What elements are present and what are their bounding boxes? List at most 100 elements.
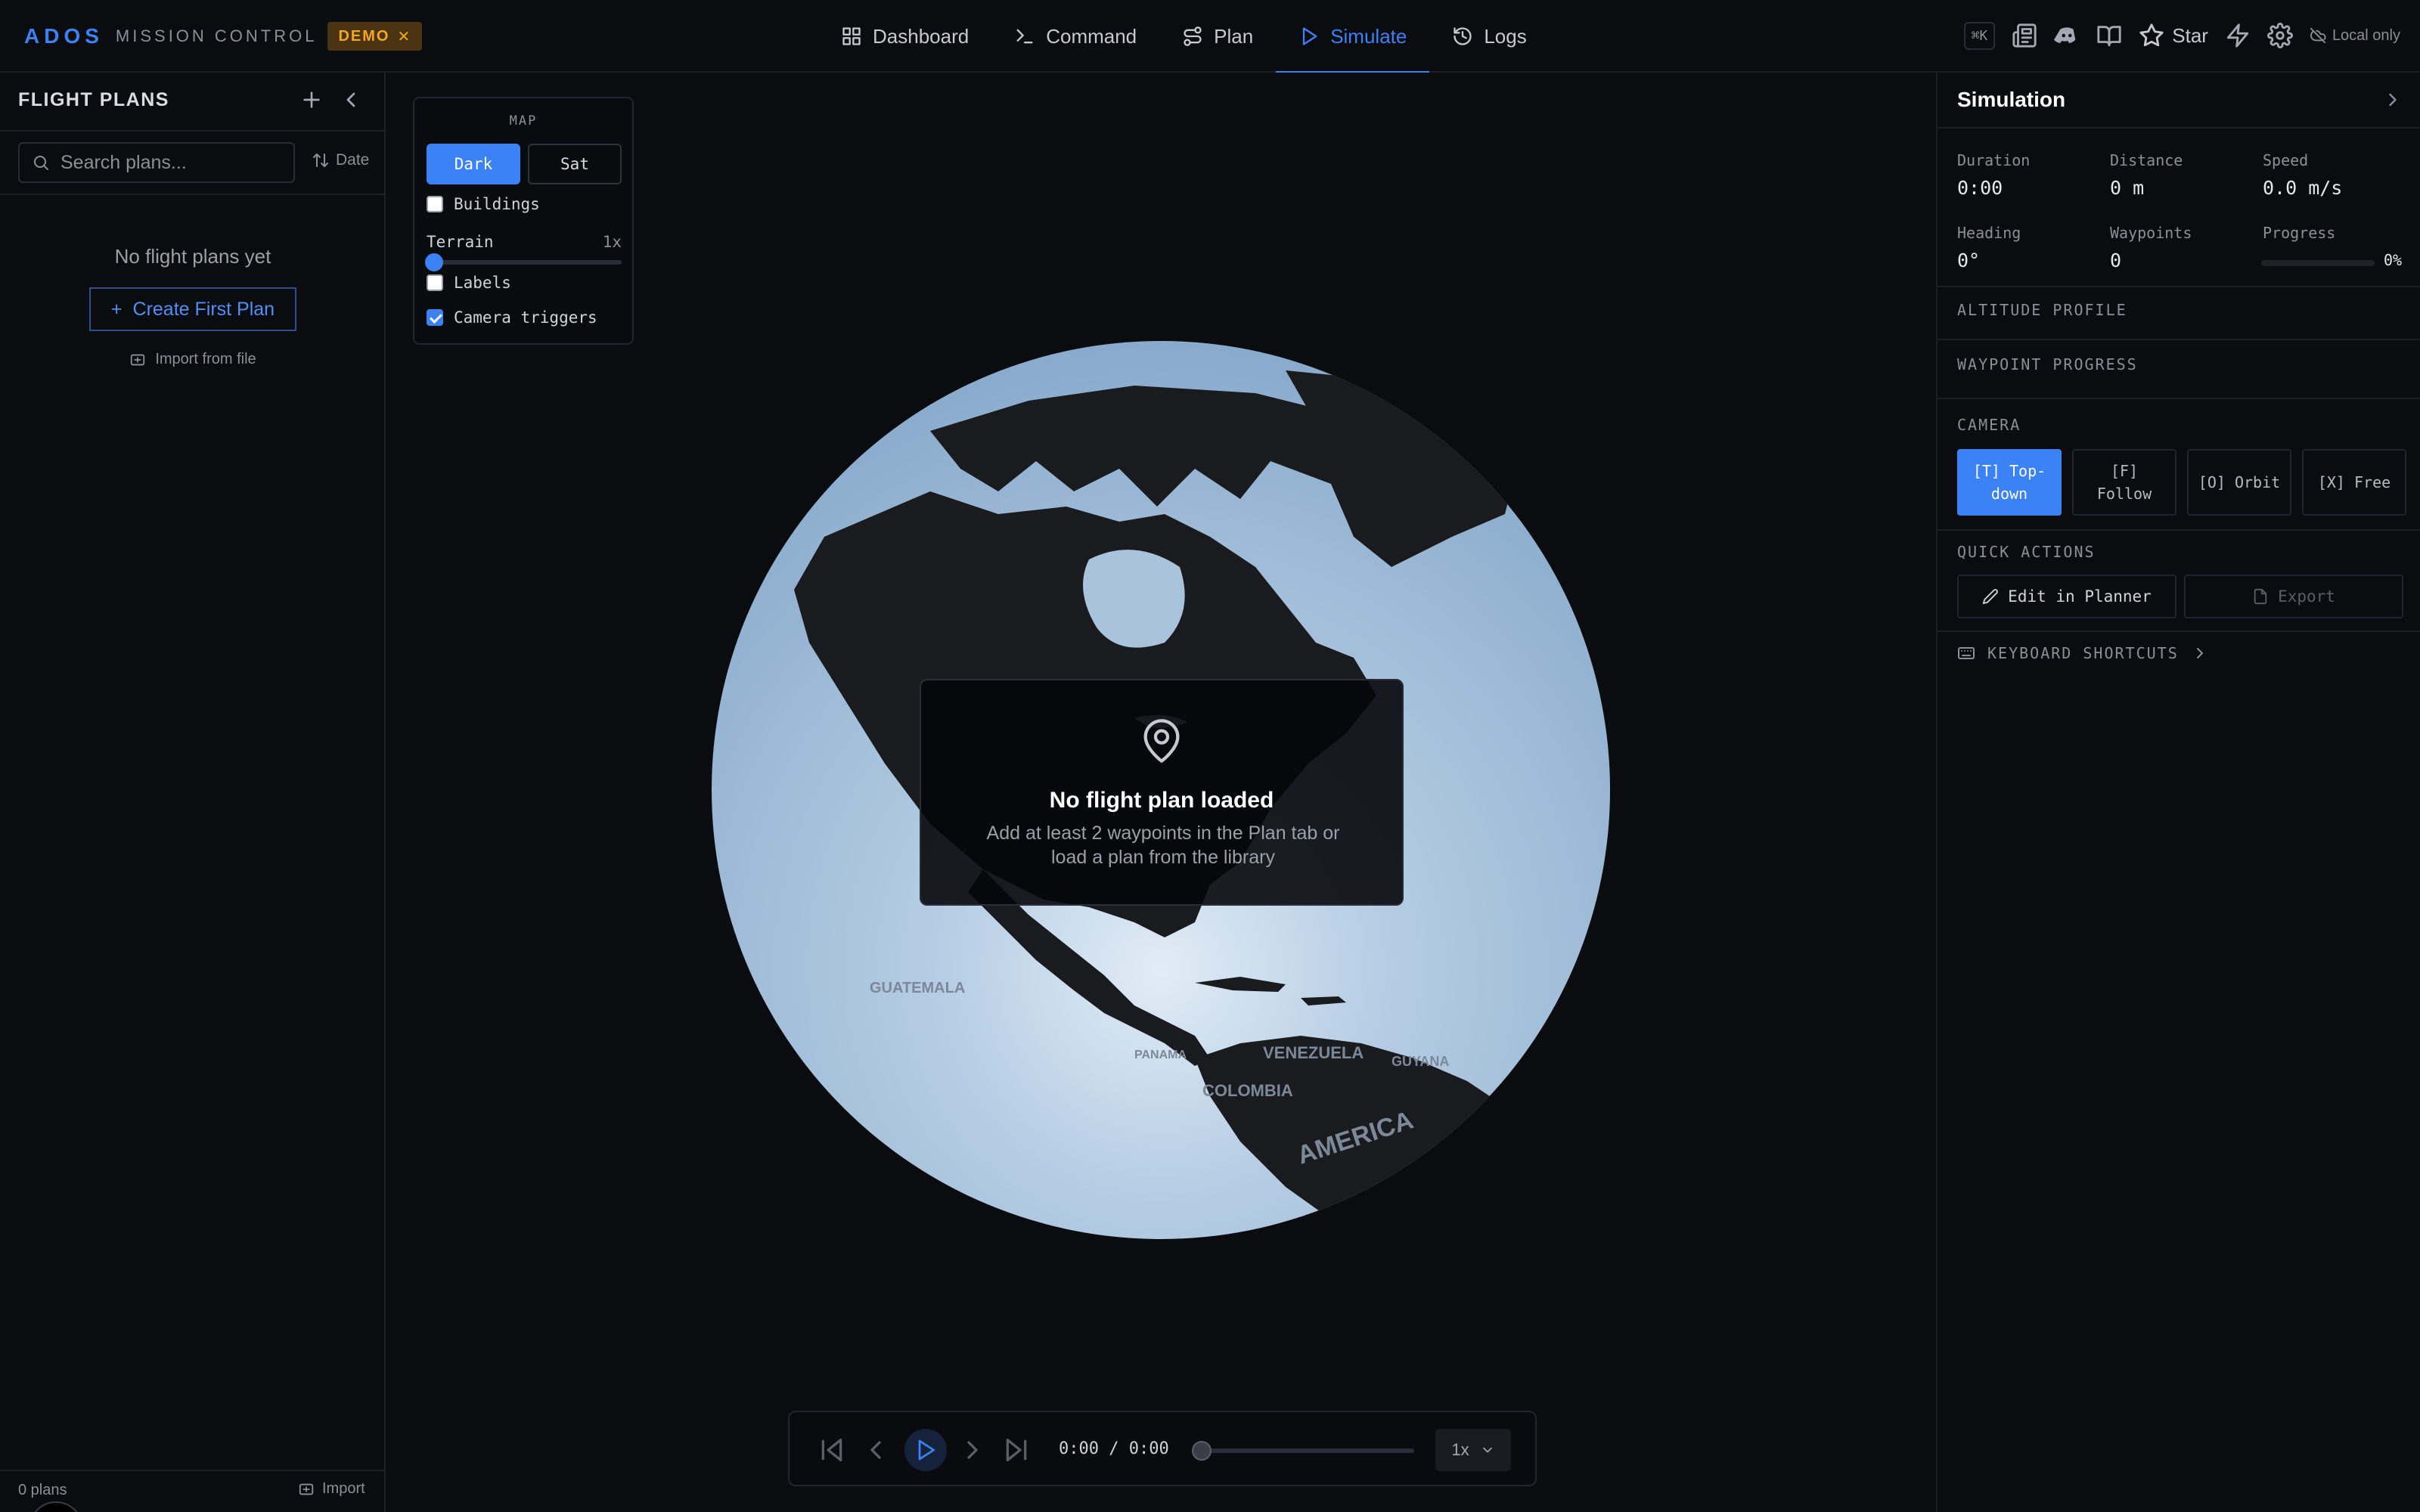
- tab-label: Dashboard: [873, 24, 970, 48]
- pencil-icon: [1982, 588, 1999, 605]
- tab-logs[interactable]: Logs: [1429, 0, 1549, 73]
- search-icon: [32, 153, 50, 172]
- buildings-label: Buildings: [454, 195, 540, 213]
- star-button[interactable]: Star: [2139, 23, 2208, 48]
- tab-plan[interactable]: Plan: [1159, 0, 1276, 73]
- close-icon[interactable]: ✕: [397, 27, 411, 46]
- chevron-left-icon[interactable]: [339, 88, 363, 112]
- tab-dashboard[interactable]: Dashboard: [818, 0, 991, 73]
- brand-name[interactable]: ADOS: [24, 24, 104, 48]
- terrain-slider-thumb[interactable]: [425, 253, 443, 271]
- import-button[interactable]: Import: [298, 1480, 365, 1498]
- play-icon: [1298, 26, 1320, 47]
- search-box: [18, 142, 295, 183]
- tab-label: Command: [1046, 24, 1137, 48]
- tab-label: Logs: [1484, 24, 1527, 48]
- plus-icon[interactable]: [299, 88, 324, 112]
- book-open-icon[interactable]: [2096, 23, 2122, 48]
- command-palette-button[interactable]: ⌘K: [1963, 21, 1996, 50]
- export-label: Export: [2278, 587, 2335, 606]
- local-only-status[interactable]: Local only: [2310, 27, 2400, 45]
- simulation-panel: Simulation Duration 0:00 Distance 0 m Sp…: [1936, 73, 2420, 1512]
- sort-button[interactable]: Date: [312, 151, 369, 169]
- map-pin-icon: [1137, 717, 1186, 765]
- camera-section-title: CAMERA: [1957, 416, 2021, 434]
- skip-forward-icon[interactable]: [1001, 1435, 1032, 1465]
- camera-free-button[interactable]: [X] Free: [2302, 449, 2406, 516]
- speed-select[interactable]: 1x: [1435, 1429, 1511, 1471]
- heading-label: Heading: [1957, 224, 2021, 242]
- playback-controls: 0:00 / 0:00 1x: [788, 1411, 1537, 1486]
- cloud-off-icon: [2310, 27, 2326, 44]
- tab-simulate[interactable]: Simulate: [1276, 0, 1430, 74]
- labels-toggle[interactable]: Labels: [427, 274, 511, 292]
- map-viewport[interactable]: GUATEMALA VENEZUELA GUYANA COLOMBIA AMER…: [386, 73, 1936, 1512]
- divider: [1938, 339, 2420, 340]
- file-import-icon: [298, 1481, 315, 1498]
- demo-badge: DEMO ✕: [327, 22, 423, 51]
- top-actions: ⌘K Star Local only: [1963, 18, 2400, 53]
- camera-triggers-label: Camera triggers: [454, 308, 597, 327]
- skip-back-icon[interactable]: [817, 1435, 847, 1465]
- country-label: GUATEMALA: [870, 980, 965, 996]
- step-back-icon[interactable]: [861, 1435, 891, 1465]
- file-icon: [2252, 588, 2269, 605]
- camera-triggers-checkbox[interactable]: [427, 309, 443, 326]
- divider: [1938, 529, 2420, 531]
- map-style-panel: MAP Dark Sat Buildings Terrain 1x Labels…: [413, 97, 634, 345]
- tab-label: Plan: [1214, 24, 1254, 48]
- nextjs-dev-badge[interactable]: N: [29, 1501, 83, 1512]
- waypoint-progress-section[interactable]: WAYPOINT PROGRESS: [1957, 355, 2138, 373]
- buildings-toggle[interactable]: Buildings: [427, 195, 540, 213]
- newspaper-icon[interactable]: [2012, 23, 2037, 48]
- chevron-right-icon[interactable]: [2382, 89, 2403, 110]
- import-file-label: Import from file: [155, 351, 256, 367]
- export-button[interactable]: Export: [2184, 575, 2403, 618]
- route-icon: [1182, 26, 1203, 47]
- zap-icon[interactable]: [2225, 23, 2251, 48]
- playback-scrubber[interactable]: [1192, 1441, 1414, 1461]
- duration-label: Duration: [1957, 151, 2031, 169]
- labels-checkbox[interactable]: [427, 274, 443, 291]
- divider: [0, 194, 384, 195]
- step-forward-icon[interactable]: [957, 1435, 988, 1465]
- play-icon: [914, 1438, 938, 1462]
- search-input[interactable]: [60, 151, 280, 174]
- local-only-label: Local only: [2332, 26, 2400, 44]
- divider: [1938, 286, 2420, 287]
- buildings-checkbox[interactable]: [427, 196, 443, 212]
- divider: [0, 130, 384, 132]
- create-first-plan-button[interactable]: + Create First Plan: [89, 287, 296, 331]
- edit-label: Edit in Planner: [2008, 587, 2152, 606]
- country-label: GUYANA: [1392, 1054, 1449, 1069]
- camera-follow-button[interactable]: [F] Follow: [2072, 449, 2176, 516]
- keyboard-shortcuts-toggle[interactable]: KEYBOARD SHORTCUTS: [1957, 644, 2209, 662]
- tab-label: Simulate: [1330, 24, 1407, 48]
- tab-command[interactable]: Command: [991, 0, 1159, 73]
- terminal-icon: [1014, 26, 1035, 47]
- edit-in-planner-button[interactable]: Edit in Planner: [1957, 575, 2176, 618]
- sort-label: Date: [336, 151, 370, 169]
- empty-state-text: No flight plans yet: [114, 245, 271, 268]
- camera-triggers-toggle[interactable]: Camera triggers: [427, 308, 597, 327]
- camera-orbit-button[interactable]: [O] Orbit: [2187, 449, 2291, 516]
- dark-style-button[interactable]: Dark: [427, 144, 520, 184]
- terrain-slider[interactable]: [425, 253, 622, 271]
- play-button[interactable]: [904, 1429, 947, 1471]
- divider: [0, 1470, 384, 1471]
- import-from-file-link[interactable]: Import from file: [0, 351, 386, 368]
- satellite-style-button[interactable]: Sat: [528, 144, 622, 184]
- altitude-profile-section[interactable]: ALTITUDE PROFILE: [1957, 301, 2127, 319]
- distance-value: 0 m: [2110, 177, 2145, 199]
- discord-icon[interactable]: [2054, 23, 2080, 48]
- progress-bar: [2261, 260, 2375, 266]
- brand: ADOS MISSION CONTROL DEMO ✕: [24, 22, 423, 51]
- plus-icon: +: [110, 298, 123, 320]
- sidebar-title: FLIGHT PLANS: [18, 89, 169, 110]
- scrubber-thumb[interactable]: [1192, 1441, 1212, 1461]
- camera-topdown-button[interactable]: [T] Top-down: [1957, 449, 2062, 516]
- no-plan-message: Add at least 2 waypoints in the Plan tab…: [986, 823, 1340, 868]
- import-label: Import: [322, 1480, 365, 1497]
- gear-icon[interactable]: [2267, 23, 2293, 48]
- demo-badge-label: DEMO: [338, 27, 390, 45]
